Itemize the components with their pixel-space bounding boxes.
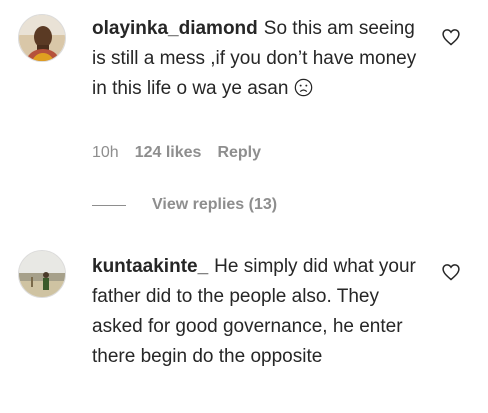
- comment-body: kuntaakinte_ He simply did what your fath…: [92, 252, 422, 372]
- like-heart-icon[interactable]: [441, 27, 461, 47]
- view-replies-button[interactable]: View replies (13): [92, 196, 277, 214]
- avatar[interactable]: [18, 250, 66, 298]
- reply-button[interactable]: Reply: [217, 144, 261, 162]
- comment-body: olayinka_diamond So this am seeing is sti…: [92, 14, 432, 107]
- view-replies-label: View replies (13): [152, 196, 278, 213]
- like-heart-icon[interactable]: [441, 262, 461, 282]
- comment-username[interactable]: kuntaakinte_: [92, 256, 208, 277]
- comment-item: kuntaakinte_ He simply did what your fath…: [0, 240, 488, 413]
- avatar[interactable]: [18, 14, 66, 62]
- avatar-image: [19, 15, 65, 61]
- comment-meta: 10h 124 likes Reply: [92, 144, 261, 162]
- comment-time: 10h: [92, 144, 119, 161]
- comment-item: olayinka_diamond So this am seeing is sti…: [0, 0, 488, 240]
- divider: [92, 204, 126, 206]
- comment-username[interactable]: olayinka_diamond: [92, 18, 258, 39]
- likes-count[interactable]: 124 likes: [135, 144, 202, 162]
- frowning-face-icon: [294, 77, 313, 107]
- avatar-image: [19, 251, 65, 297]
